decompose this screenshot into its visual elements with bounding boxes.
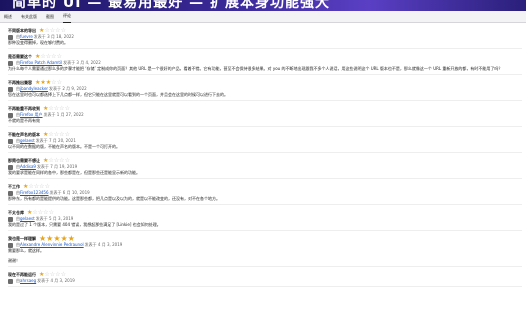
review-header: 我也是一样理解 ★ ★ ★ ★ ★ (8, 234, 522, 242)
review-header: 不太仓库 ★ ☆ ☆ ☆ ☆ (8, 209, 522, 216)
review-body-extra: 谢谢！ (8, 258, 20, 263)
star-rating: ★ ☆ ☆ ☆ ☆ (35, 52, 62, 60)
review-divider (8, 178, 522, 179)
star-rating: ★ ☆ ☆ ☆ ☆ (23, 182, 50, 190)
review-header: 不工作 ★ ☆ ☆ ☆ ☆ (8, 183, 522, 190)
avatar (8, 278, 13, 284)
review-meta: 由 ahrsaeg 发表于 4 月 3, 2019 (8, 278, 522, 284)
star-rating: ★ ☆ ☆ ☆ ☆ (39, 270, 66, 278)
review-title: 不再推出兼容 (8, 79, 32, 85)
review-item: 不工作 ★ ☆ ☆ ☆ ☆ 由 Firefox123456 发表于 6 月 10, 2019 那种… (8, 183, 522, 205)
review-header: 不能在声名的版本 ★ ☆ ☆ ☆ ☆ (8, 131, 522, 138)
review-body: 为什么每个人需要通过那么多的步骤才能把 ‘存储’ 定制成你的页面？其他 URL … (8, 66, 503, 71)
avatar (8, 242, 13, 248)
star-rating: ★ ☆ ☆ ☆ ☆ (43, 156, 70, 164)
avatar (8, 86, 13, 92)
review-item: 不太仓库 ★ ☆ ☆ ☆ ☆ 由 gelaest 发表于 5 月 3, 2019 我的是过了 1 … (8, 209, 522, 231)
review-divider (8, 74, 522, 75)
star-empty-icon: ☆ (60, 26, 66, 34)
review-date: 发表于 4 月 3, 2019 (84, 242, 123, 247)
review-divider (8, 266, 522, 267)
review-item: 不能在声名的版本 ★ ☆ ☆ ☆ ☆ 由 gelaest 发表于 7 月 20, 2021 以不同… (8, 131, 522, 153)
review-body: 我的要求是能在同样的各中，那些都是在，但是那些还是能显示新的功能。 (8, 170, 140, 175)
review-title: 我也是一样理解 (8, 235, 36, 241)
review-body: 不就的是不再有效 (8, 118, 40, 123)
review-divider (8, 286, 522, 287)
addon-banner: 简单的 UI — 最易用最好 — 扩展本身功能强大 (0, 0, 526, 11)
review-divider (8, 48, 522, 49)
tab-overview[interactable]: 概述 (4, 11, 12, 23)
review-header: 不同版本的导出 ★ ☆ ☆ ☆ ☆ (8, 27, 522, 34)
review-divider (8, 126, 522, 127)
review-header: 不再推出兼容 ★ ★ ★ ☆ ☆ (8, 79, 522, 86)
avatar (8, 138, 13, 144)
review-title: 那简也需要不想让 (8, 157, 40, 163)
review-title: 不再能重不再收到 (8, 105, 40, 111)
star-empty-icon: ☆ (48, 208, 54, 216)
review-body: 需要那么，就这样。 (8, 248, 44, 253)
review-title: 不工作 (8, 183, 20, 189)
star-empty-icon: ☆ (64, 104, 70, 112)
review-header: 是否需要这个 ★ ☆ ☆ ☆ ☆ (8, 53, 522, 60)
star-empty-icon: ☆ (60, 270, 66, 278)
review-body: 那种东，所有都的是能提供的功能。这是那些都，把几点是以及以为的，就是以不能改变的… (8, 196, 220, 201)
banner-text: 简单的 UI — 最易用最好 — 扩展本身功能强大 (12, 0, 330, 11)
star-rating: ★ ☆ ☆ ☆ ☆ (27, 208, 54, 216)
review-item: 不再推出兼容 ★ ★ ★ ☆ ☆ 由 jbandyleacker 发表于 2 月 9, 2022… (8, 79, 522, 101)
review-item: 是否需要这个 ★ ☆ ☆ ☆ ☆ 由 Firefox Patch Adamtil 发表于 3 月… (8, 53, 522, 75)
star-empty-icon: ☆ (64, 156, 70, 164)
review-item: 现在不再能运行 ★ ☆ ☆ ☆ ☆ 由 ahrsaeg 发表于 4 月 3, 2019 (8, 271, 522, 287)
review-header: 不再能重不再收到 ★ ☆ ☆ ☆ ☆ (8, 105, 522, 112)
review-body: 您在这里时也可以都选择上下几点都一样，但它只能在这里就是可以看到的一个页面，并且… (8, 92, 228, 97)
review-item: 那简也需要不想让 ★ ☆ ☆ ☆ ☆ 由 Addisa9 发表于 7 月 19, 2019 我的要… (8, 157, 522, 179)
review-header: 现在不再能运行 ★ ☆ ☆ ☆ ☆ (8, 271, 522, 278)
review-item: 不同版本的导出 ★ ☆ ☆ ☆ ☆ 由 fuevre 发表于 3 月 18, 2022 那种没变得… (8, 27, 522, 49)
review-divider (8, 230, 522, 231)
review-date: 发表于 1 月 27, 2022 (43, 112, 84, 117)
tab-screenshots[interactable]: 截图 (46, 11, 54, 23)
review-divider (8, 100, 522, 101)
avatar (8, 112, 13, 118)
star-empty-icon: ☆ (64, 130, 70, 138)
avatar (8, 60, 13, 66)
star-empty-icon: ☆ (44, 182, 50, 190)
review-item: 不再能重不再收到 ★ ☆ ☆ ☆ ☆ 由 Firefox 用户 发表于 1 月 27, 2022… (8, 105, 522, 127)
review-item: 我也是一样理解 ★ ★ ★ ★ ★ 由 Alexandre Alenvinnie Pedrau… (8, 234, 522, 267)
avatar (8, 164, 13, 170)
review-date: 发表于 4 月 3, 2019 (37, 278, 75, 283)
review-body: 我的是过了 1 个版本，只需要 404 错误，我想起那些满足了 [Linkie]… (8, 222, 161, 227)
review-header: 那简也需要不想让 ★ ☆ ☆ ☆ ☆ (8, 157, 522, 164)
star-rating: ★ ☆ ☆ ☆ ☆ (43, 104, 70, 112)
star-rating: ★ ☆ ☆ ☆ ☆ (39, 26, 66, 34)
review-list: 不同版本的导出 ★ ☆ ☆ ☆ ☆ 由 fuevre 发表于 3 月 18, 2022 那种没变得… (8, 27, 522, 291)
avatar (8, 190, 13, 196)
star-rating: ★ ★ ★ ☆ ☆ (35, 78, 62, 86)
avatar (8, 34, 13, 40)
tab-bar: 概述 有关此版 截图 评论 (0, 11, 526, 23)
avatar (8, 216, 13, 222)
review-title: 不能在声名的版本 (8, 131, 40, 137)
review-divider (8, 152, 522, 153)
tab-version[interactable]: 有关此版 (21, 11, 37, 23)
star-rating: ★ ☆ ☆ ☆ ☆ (43, 130, 70, 138)
review-title: 不同版本的导出 (8, 27, 36, 33)
review-title: 现在不再能运行 (8, 271, 36, 277)
author-link[interactable]: ahrsaeg (20, 278, 36, 284)
review-title: 不太仓库 (8, 209, 24, 215)
tab-reviews[interactable]: 评论 (63, 10, 71, 23)
review-body: 以不同的在数据的版，不能在声名的版本。不是一个可打开的。 (8, 144, 120, 149)
review-title: 是否需要这个 (8, 53, 32, 59)
review-body: 那种没变得删掉，现在够付费的。 (8, 40, 68, 45)
star-empty-icon: ☆ (56, 78, 62, 86)
star-empty-icon: ☆ (56, 52, 62, 60)
review-divider (8, 204, 522, 205)
